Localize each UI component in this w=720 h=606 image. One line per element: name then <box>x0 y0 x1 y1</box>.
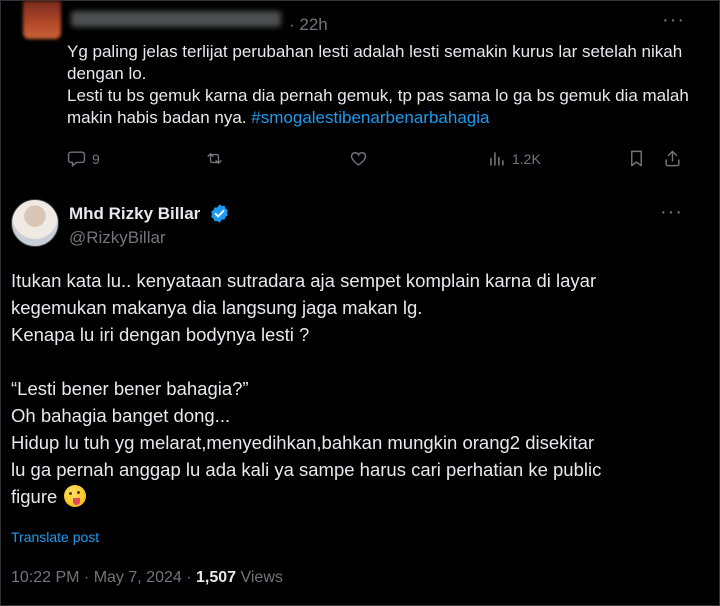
bookmark-button[interactable] <box>627 149 646 168</box>
repost-icon <box>207 153 222 164</box>
share-icon <box>665 150 680 167</box>
blurred-avatar[interactable] <box>23 1 61 39</box>
reply-text: Yg paling jelas terlijat perubahan lesti… <box>67 41 702 129</box>
verified-icon <box>211 204 228 223</box>
reply-tweet[interactable]: · 22h ··· Yg paling jelas terlijat perub… <box>1 1 720 186</box>
tweet-line: Oh bahagia banget dong... <box>11 405 231 426</box>
tweet-line: Hidup lu tuh yg melarat,menyedihkan,bahk… <box>11 432 595 453</box>
views-label: Views <box>236 569 283 586</box>
avatar[interactable] <box>11 199 59 247</box>
user-handle[interactable]: @RizkyBillar <box>69 228 166 248</box>
tweet-meta: 10:22 PM · May 7, 2024 · 1,507 Views <box>11 569 283 587</box>
tweet-line: Kenapa lu iri dengan bodynya lesti ? <box>11 324 310 345</box>
views-number: 1,507 <box>195 569 237 586</box>
reply-timestamp[interactable]: · 22h <box>289 15 328 35</box>
reply-count: 9 <box>92 150 100 167</box>
tweet-line: lu ga pernah anggap lu ada kali ya sampe… <box>11 459 602 480</box>
reply-action-bar: 9 1.2K <box>67 149 697 173</box>
views-count: 1.2K <box>512 150 541 167</box>
repost-button[interactable] <box>205 149 230 168</box>
translate-post-link[interactable]: Translate post <box>11 529 99 545</box>
bookmark-icon <box>631 150 642 167</box>
tweet-text: Itukan kata lu.. kenyataan sutradara aja… <box>11 267 711 510</box>
like-button[interactable] <box>349 149 374 168</box>
tweet-line-last: figure <box>11 483 711 510</box>
tweet-line: Itukan kata lu.. kenyataan sutradara aja… <box>11 270 597 291</box>
timestamp[interactable]: 10:22 PM · May 7, 2024 · <box>11 569 196 586</box>
views-icon <box>490 152 504 166</box>
reply-button[interactable]: 9 <box>67 149 100 168</box>
more-options-icon[interactable]: ··· <box>660 201 683 224</box>
tweet-screenshot: · 22h ··· Yg paling jelas terlijat perub… <box>0 0 720 606</box>
tongue-emoji <box>64 485 87 507</box>
tweet-line: “Lesti bener bener bahagia?” <box>11 378 249 399</box>
tweet-line: kegemukan makanya dia langsung jaga maka… <box>11 297 423 318</box>
more-options-icon[interactable]: ··· <box>662 9 685 32</box>
like-icon <box>350 151 367 166</box>
share-button[interactable] <box>663 149 682 168</box>
hashtag-link[interactable]: #smogalestibenarbenarbahagia <box>251 108 489 127</box>
display-name[interactable]: Mhd Rizky Billar <box>69 204 200 224</box>
blurred-username[interactable] <box>71 11 281 27</box>
views-button[interactable]: 1.2K <box>487 149 541 168</box>
tweet-line-text: figure <box>11 486 63 507</box>
comment-icon <box>67 151 86 168</box>
